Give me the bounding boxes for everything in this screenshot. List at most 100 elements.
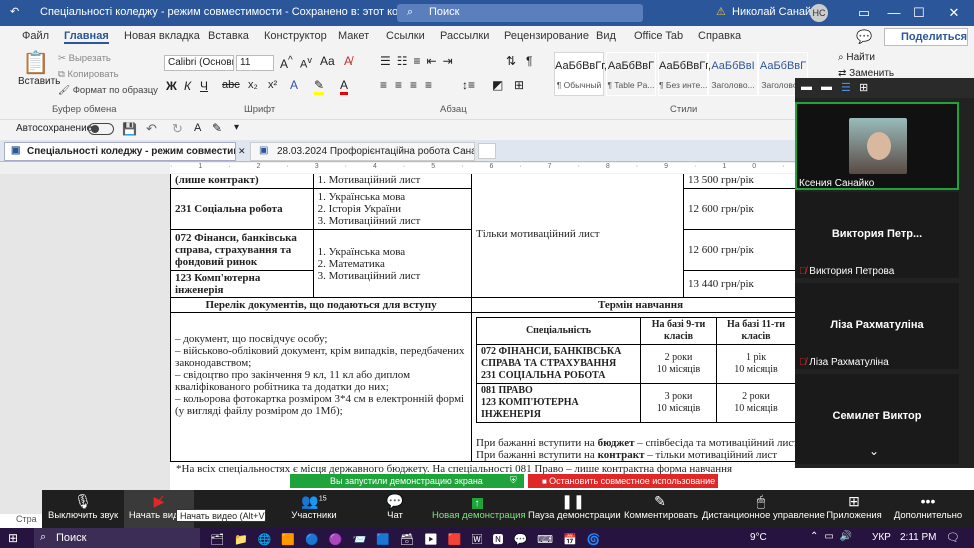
shading-icon[interactable]: ◩: [492, 78, 503, 92]
tab-file[interactable]: Файл: [22, 30, 49, 42]
clear-format-icon[interactable]: A̸: [344, 54, 352, 68]
italic-icon[interactable]: К: [184, 79, 191, 93]
notifications-icon[interactable]: 🗨: [946, 531, 960, 544]
document-page[interactable]: (лише контракт) 1. Мотиваційний лист Тіл…: [169, 174, 795, 514]
strikethrough-icon[interactable]: abc: [222, 79, 240, 91]
clock[interactable]: 2:11 PM: [900, 532, 937, 543]
text-effects-icon[interactable]: A: [290, 78, 298, 92]
pause-icon: ❚❚: [561, 493, 585, 509]
paste-icon[interactable]: 📋: [22, 50, 49, 76]
remote-icon: 🖱: [756, 493, 766, 509]
tab-references[interactable]: Ссылки: [386, 30, 425, 42]
tab-help[interactable]: Справка: [698, 30, 741, 42]
participants-button[interactable]: 👥15 Участники: [286, 490, 342, 528]
list-buttons[interactable]: ☰☷≡⇤⇥: [380, 54, 459, 68]
draw-icon[interactable]: ✎: [212, 121, 222, 135]
tab-design[interactable]: Конструктор: [264, 30, 327, 42]
borders-icon[interactable]: ⊞: [514, 78, 524, 92]
price-cell: 13 440 грн/рік: [682, 270, 795, 298]
autosave-toggle[interactable]: [88, 123, 114, 135]
share-button[interactable]: Поделиться: [884, 28, 968, 46]
apps-button[interactable]: ⊞ Приложения: [824, 490, 884, 528]
tab-view[interactable]: Вид: [596, 30, 616, 42]
doc-tab-1[interactable]: ▣Спеціальності коледжу - режим совместим…: [4, 142, 236, 161]
align-buttons[interactable]: ≡≡≡≡: [380, 78, 440, 92]
tab-office-tab[interactable]: Office Tab: [634, 30, 683, 42]
font-size-select[interactable]: 11: [236, 55, 274, 71]
minimize-icon[interactable]: ▬: [801, 81, 812, 93]
grow-font-icon[interactable]: A^: [280, 55, 293, 71]
annotate-button[interactable]: ✎ Комментировать: [624, 490, 698, 528]
more-button[interactable]: ••• Дополнительно: [888, 490, 968, 528]
tab-new[interactable]: Новая вкладка: [124, 30, 200, 42]
price-cell: 12 600 грн/рік: [682, 229, 795, 271]
comments-icon[interactable]: 💬: [856, 29, 872, 45]
sort-icon[interactable]: ⇅: [506, 54, 516, 68]
style-heading1[interactable]: АаБбВвІ Заголово...: [708, 52, 758, 96]
close-icon[interactable]: ✕: [940, 3, 968, 23]
style-normal[interactable]: АаБбВвГг, ¶ Обычный: [554, 52, 607, 96]
highlight-icon[interactable]: ✎: [314, 78, 325, 95]
participant-tile[interactable]: Ксения Санайко: [795, 102, 959, 190]
mute-button[interactable]: 🎙 Выключить звук: [48, 490, 118, 528]
avatar[interactable]: НС: [810, 4, 828, 22]
windows-start-icon[interactable]: ⊞: [8, 531, 18, 545]
style-table-para[interactable]: АаБбВвГ ¶ Table Pa...: [606, 52, 656, 96]
doc-tab-2[interactable]: ▣28.03.2024 Профорієнтаційна робота Сана…: [250, 142, 475, 161]
paste-button[interactable]: Вставить: [18, 76, 60, 87]
remote-control-button[interactable]: 🖱 Дистанционное управление: [702, 490, 825, 528]
input-lang[interactable]: УКР: [872, 532, 891, 543]
format-painter-button[interactable]: 🖌 Формат по образцу: [58, 85, 158, 96]
save-icon[interactable]: 💾: [122, 122, 137, 136]
bold-icon[interactable]: Ж: [166, 79, 177, 93]
chat-button[interactable]: 💬 Чат: [378, 490, 412, 528]
strip-view-icon[interactable]: ☰: [841, 81, 851, 94]
search-box[interactable]: ⌕ Поиск: [397, 4, 643, 22]
find-button[interactable]: ⌕ Найти: [838, 52, 875, 63]
redo-icon[interactable]: ↻: [172, 121, 183, 137]
chevron-down-icon[interactable]: ⌄: [869, 444, 879, 458]
style-no-spacing[interactable]: АаБбВвГг, ¶ Без инте...: [658, 52, 711, 96]
font-color-qat-icon[interactable]: A: [194, 122, 201, 134]
underline-icon[interactable]: Ч: [200, 79, 208, 93]
shrink-font-icon[interactable]: Av: [300, 55, 312, 71]
new-tab-button[interactable]: [478, 143, 496, 159]
taskbar-search[interactable]: ⌕ Поиск: [34, 528, 200, 548]
undo-icon[interactable]: ↶: [146, 121, 157, 137]
minimize-icon[interactable]: —: [880, 3, 908, 23]
superscript-icon[interactable]: x²: [268, 79, 277, 91]
share-icon: ↑: [432, 493, 522, 510]
scissors-icon: ✂: [58, 53, 69, 64]
cut-button[interactable]: ✂ Вырезать: [58, 53, 111, 64]
single-view-icon[interactable]: ▬: [821, 81, 832, 93]
tab-home[interactable]: Главная: [64, 30, 109, 44]
ribbon-display-icon[interactable]: ▭: [850, 3, 878, 23]
participant-tile[interactable]: Ліза Рахматуліна 🎙̸ Ліза Рахматуліна: [795, 283, 959, 369]
line-spacing-icon[interactable]: ↕≡: [462, 78, 475, 92]
font-color-icon[interactable]: A: [340, 78, 349, 95]
tab-mailings[interactable]: Рассылки: [440, 30, 489, 42]
subscript-icon[interactable]: x₂: [248, 79, 258, 91]
participant-tile[interactable]: Семилет Виктор ⌄: [795, 374, 959, 464]
pause-share-button[interactable]: ❚❚ Пауза демонстрации: [528, 490, 621, 528]
copy-button[interactable]: ⧉ Копировать: [58, 69, 119, 80]
search-icon: ⌕: [40, 531, 47, 543]
participant-tile[interactable]: Виктория Петр... 🎙̸ Виктория Петрова: [795, 192, 959, 278]
tab-review[interactable]: Рецензирование: [504, 30, 589, 42]
change-case-icon[interactable]: Aa: [320, 54, 335, 68]
tray-icons[interactable]: ⌃▭🔊: [810, 531, 858, 542]
undo-icon[interactable]: ↶: [10, 5, 19, 18]
stop-share-button[interactable]: ■ Остановить совместное использование: [528, 474, 718, 488]
pilcrow-icon[interactable]: ¶: [526, 54, 532, 68]
word-doc-icon: ▣: [259, 145, 269, 156]
new-share-button[interactable]: ↑ Новая демонстрация: [432, 490, 526, 528]
maximize-icon[interactable]: ☐: [905, 3, 933, 23]
font-name-select[interactable]: Calibri (Основн: [164, 55, 234, 71]
tab-close-icon[interactable]: ✕: [238, 146, 246, 157]
tab-layout[interactable]: Макет: [338, 30, 369, 42]
tab-insert[interactable]: Вставка: [208, 30, 249, 42]
apps-icon: ⊞: [848, 493, 860, 509]
grid-view-icon[interactable]: ⊞: [859, 81, 868, 94]
customize-qat-icon[interactable]: ▾: [234, 122, 239, 133]
taskbar-apps[interactable]: 🗂📁🌐🟧🔵🟣📨🟦🗃▶🟥🅆🅽💬⌨📅🌀: [210, 531, 610, 547]
